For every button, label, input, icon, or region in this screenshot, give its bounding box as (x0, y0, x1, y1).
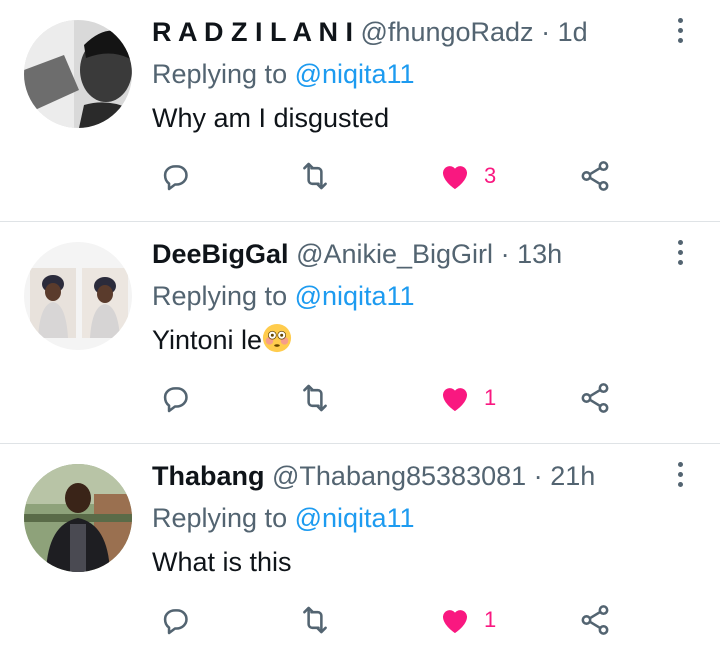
replying-prefix: Replying to (152, 281, 295, 311)
reply-button[interactable] (158, 602, 192, 638)
tweet-header: R A D Z I L A N I @fhungoRadz · 1d (152, 12, 660, 52)
like-count: 1 (484, 385, 497, 410)
heart-icon (442, 388, 468, 412)
reply-icon (163, 165, 188, 191)
reply-icon (163, 387, 188, 413)
like-count: 3 (484, 163, 497, 188)
tweet-text: Why am I disgusted (152, 103, 390, 133)
avatar-photo (24, 464, 132, 572)
action-bar: 1 (158, 602, 720, 638)
reply-icon (163, 609, 188, 635)
replying-to: Replying to @niqita11 (152, 276, 660, 316)
replying-to-link[interactable]: @niqita11 (295, 503, 415, 533)
replying-to: Replying to @niqita11 (152, 498, 660, 538)
share-icon (581, 161, 609, 191)
like-button[interactable]: 3 (438, 158, 496, 194)
user-handle[interactable]: @fhungoRadz (361, 17, 534, 47)
avatar[interactable]: 11/3/2021 (24, 242, 132, 350)
display-name[interactable]: DeeBigGal (152, 239, 289, 269)
action-bar: 1 (158, 380, 720, 416)
tweet-header: DeeBigGal @Anikie_BigGirl · 13h (152, 234, 660, 274)
more-options-icon[interactable] (674, 240, 686, 270)
action-bar: 3 (158, 158, 720, 194)
tweet-text: Yintoni le (152, 325, 263, 355)
user-handle[interactable]: @Anikie_BigGirl (296, 239, 493, 269)
more-options-icon[interactable] (674, 18, 686, 48)
retweet-icon (303, 384, 327, 412)
share-button[interactable] (578, 602, 612, 638)
replying-to-link[interactable]: @niqita11 (295, 59, 415, 89)
heart-icon (442, 610, 468, 634)
flushed-face-emoji-icon (263, 323, 292, 353)
display-name[interactable]: R A D Z I L A N I (152, 17, 353, 47)
timestamp[interactable]: 21h (550, 461, 595, 491)
tweet-text-row: Yintoni le (152, 320, 660, 360)
tweet-header: Thabang @Thabang85383081 · 21h (152, 456, 660, 496)
tweet-2[interactable]: 11/3/2021 DeeBigGal @Anikie_BigGirl · 13… (0, 222, 720, 444)
replying-to: Replying to @niqita11 (152, 54, 660, 94)
reply-button[interactable] (158, 380, 192, 416)
retweet-button[interactable] (298, 158, 332, 194)
replying-to-link[interactable]: @niqita11 (295, 281, 415, 311)
retweet-button[interactable] (298, 602, 332, 638)
replying-prefix: Replying to (152, 59, 295, 89)
tweet-3[interactable]: Thabang @Thabang85383081 · 21h Replying … (0, 444, 720, 649)
separator: · (541, 17, 551, 47)
separator: · (533, 461, 543, 491)
avatar-photo (24, 20, 132, 128)
retweet-icon (303, 606, 327, 634)
avatar[interactable] (24, 20, 132, 128)
reply-button[interactable] (158, 158, 192, 194)
like-count: 1 (484, 607, 497, 632)
timestamp[interactable]: 1d (558, 17, 588, 47)
retweet-icon (303, 162, 327, 190)
share-button[interactable] (578, 380, 612, 416)
avatar-photo: 11/3/2021 (24, 242, 132, 350)
share-button[interactable] (578, 158, 612, 194)
tweet-1[interactable]: R A D Z I L A N I @fhungoRadz · 1d Reply… (0, 0, 720, 222)
share-icon (581, 383, 609, 413)
like-button[interactable]: 1 (438, 602, 496, 638)
separator: · (500, 239, 510, 269)
replying-prefix: Replying to (152, 503, 295, 533)
tweet-text: What is this (152, 547, 292, 577)
heart-icon (442, 166, 468, 190)
avatar-caption: 11/3/2021 (34, 342, 52, 347)
user-handle[interactable]: @Thabang85383081 (272, 461, 526, 491)
like-button[interactable]: 1 (438, 380, 496, 416)
more-options-icon[interactable] (674, 462, 686, 492)
avatar[interactable] (24, 464, 132, 572)
share-icon (581, 605, 609, 635)
timestamp[interactable]: 13h (517, 239, 562, 269)
retweet-button[interactable] (298, 380, 332, 416)
display-name[interactable]: Thabang (152, 461, 265, 491)
